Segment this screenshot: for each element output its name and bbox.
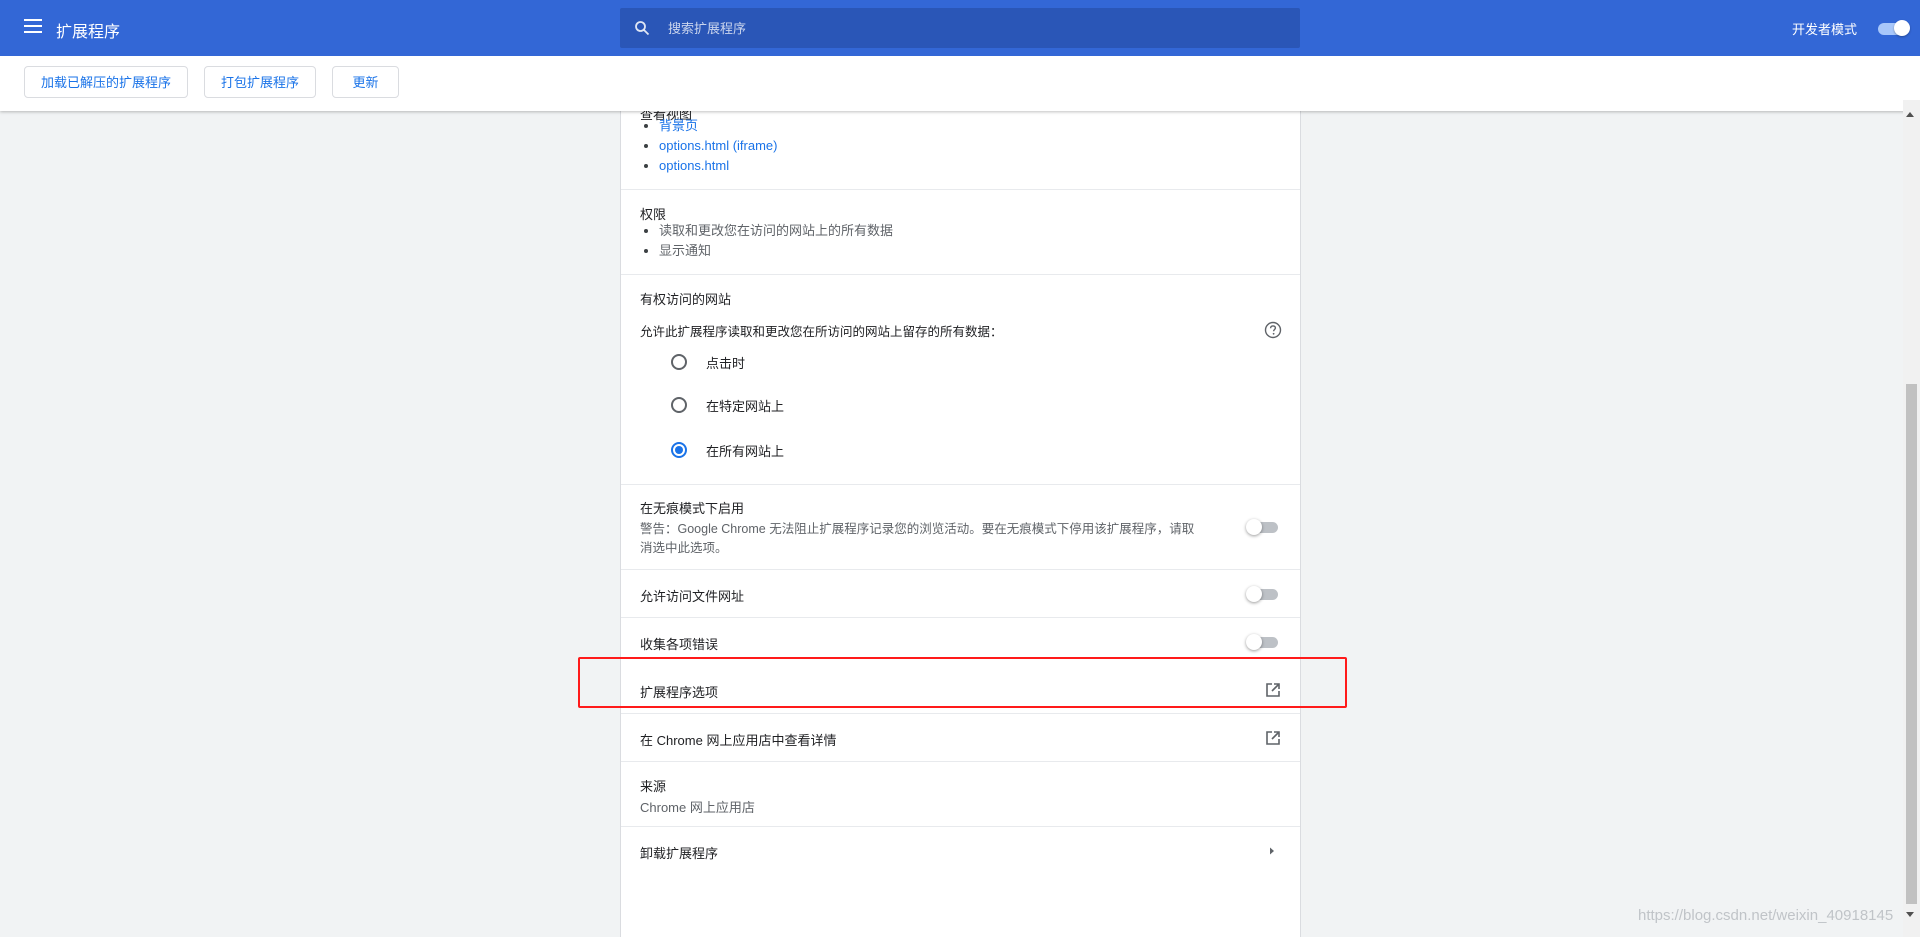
extension-details-card: 查看视图 背景页 options.html (iframe) options.h…: [620, 100, 1301, 937]
arrow-right-icon[interactable]: [1267, 845, 1277, 857]
incognito-warning-line1: 警告：Google Chrome 无法阻止扩展程序记录您的浏览活动。要在无痕模式…: [640, 522, 1195, 536]
update-button[interactable]: 更新: [332, 66, 399, 98]
scroll-up-arrow-icon[interactable]: [1906, 112, 1914, 117]
incognito-title: 在无痕模式下启用: [640, 501, 745, 516]
file-urls-toggle[interactable]: [1246, 586, 1280, 602]
page-title: 扩展程序: [56, 24, 121, 41]
radio-all-sites[interactable]: 在所有网站上: [671, 440, 784, 460]
view-link-options[interactable]: options.html: [640, 156, 777, 176]
dev-toolbar: 加载已解压的扩展程序 打包扩展程序 更新: [0, 56, 1920, 111]
radio-on-click[interactable]: 点击时: [671, 352, 745, 372]
file-urls-title: 允许访问文件网址: [640, 589, 745, 604]
webstore-details-title: 在 Chrome 网上应用店中查看详情: [640, 733, 837, 748]
incognito-toggle[interactable]: [1246, 519, 1280, 535]
remove-extension-title: 卸载扩展程序: [640, 846, 719, 861]
open-in-new-icon[interactable]: [1264, 681, 1282, 699]
search-input[interactable]: [666, 8, 1286, 48]
radio-button-checked[interactable]: [671, 442, 687, 458]
collect-errors-section: 收集各项错误: [621, 618, 1300, 666]
menu-icon[interactable]: [24, 19, 42, 33]
file-urls-section: 允许访问文件网址: [621, 570, 1300, 618]
permission-item: 读取和更改您在访问的网站上的所有数据: [640, 221, 893, 241]
site-access-title: 有权访问的网站: [640, 292, 732, 307]
radio-label: 点击时: [706, 355, 746, 371]
view-link-options-iframe[interactable]: options.html (iframe): [640, 136, 777, 156]
open-in-new-icon[interactable]: [1264, 729, 1282, 747]
site-access-description: 允许此扩展程序读取和更改您在所访问的网站上留存的所有数据：: [640, 325, 1003, 339]
extension-options-row[interactable]: 扩展程序选项: [621, 666, 1300, 714]
source-section: 来源 Chrome 网上应用店: [621, 762, 1300, 827]
permissions-section: 权限 读取和更改您在访问的网站上的所有数据 显示通知: [621, 190, 1300, 275]
watermark-text: https://blog.csdn.net/weixin_40918145: [1638, 907, 1894, 924]
dev-mode-toggle[interactable]: [1878, 20, 1910, 36]
permission-item: 显示通知: [640, 241, 893, 261]
incognito-warning-line2: 消选中此选项。: [640, 541, 728, 555]
radio-specific-sites[interactable]: 在特定网站上: [671, 395, 784, 415]
incognito-section: 在无痕模式下启用 警告：Google Chrome 无法阻止扩展程序记录您的浏览…: [621, 485, 1300, 570]
radio-button[interactable]: [671, 354, 687, 370]
view-link-background[interactable]: 背景页: [640, 116, 777, 136]
scroll-down-arrow-icon[interactable]: [1906, 912, 1914, 917]
webstore-details-row[interactable]: 在 Chrome 网上应用店中查看详情: [621, 714, 1300, 762]
permissions-list: 读取和更改您在访问的网站上的所有数据 显示通知: [640, 221, 893, 261]
radio-label: 在所有网站上: [706, 443, 785, 459]
source-title: 来源: [640, 779, 667, 794]
dev-mode-label: 开发者模式: [1792, 22, 1858, 37]
search-box[interactable]: [620, 8, 1300, 48]
collect-errors-toggle[interactable]: [1246, 634, 1280, 650]
inspect-views-section: 查看视图 背景页 options.html (iframe) options.h…: [621, 100, 1300, 190]
radio-button[interactable]: [671, 397, 687, 413]
site-access-section: 有权访问的网站 允许此扩展程序读取和更改您在所访问的网站上留存的所有数据： 点击…: [621, 275, 1300, 485]
views-list: 背景页 options.html (iframe) options.html: [640, 116, 777, 176]
remove-extension-row[interactable]: 卸载扩展程序: [621, 827, 1300, 875]
help-icon[interactable]: [1264, 321, 1282, 339]
scrollbar-thumb[interactable]: [1906, 384, 1917, 904]
top-bar: 扩展程序 开发者模式: [0, 0, 1920, 56]
collect-errors-title: 收集各项错误: [640, 637, 719, 652]
load-unpacked-button[interactable]: 加载已解压的扩展程序: [24, 66, 188, 98]
source-value: Chrome 网上应用店: [640, 800, 755, 815]
pack-extension-button[interactable]: 打包扩展程序: [204, 66, 316, 98]
search-icon: [635, 21, 650, 36]
radio-label: 在特定网站上: [706, 398, 785, 414]
extension-options-title: 扩展程序选项: [640, 685, 719, 700]
